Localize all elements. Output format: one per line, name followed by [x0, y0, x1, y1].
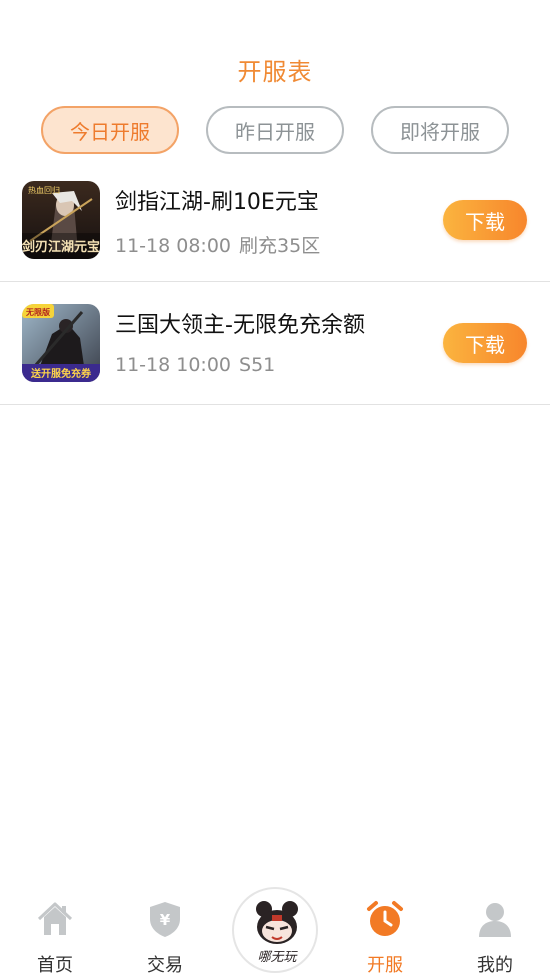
icon-banner-text: 送开服免充券: [30, 367, 92, 380]
user-icon: [479, 903, 511, 937]
tabbar-item-trade[interactable]: ¥ 交易: [110, 879, 220, 979]
game-icon-sanguo[interactable]: 无限版 送开服免充券: [22, 304, 100, 382]
bottom-tab-bar: 首页 ¥ 交易 哪无玩 开服 我的: [0, 879, 550, 979]
page-title: 开服表: [237, 58, 313, 86]
download-button[interactable]: 下载: [443, 323, 527, 363]
tabbar-label-server: 开服: [367, 955, 403, 976]
tabbar-label-mine: 我的: [477, 955, 513, 976]
alarm-clock-icon: [367, 901, 403, 936]
tab-today[interactable]: 今日开服: [41, 106, 179, 154]
tab-upcoming[interactable]: 即将开服: [371, 106, 509, 154]
tabbar-label-home: 首页: [37, 955, 73, 976]
icon-badge-text: 热血回归: [28, 185, 60, 195]
game-meta: 11-18 08:00 刷充35区: [115, 231, 320, 258]
icon-title-text: 剑刃江湖元宝: [22, 239, 100, 255]
tab-yesterday[interactable]: 昨日开服: [206, 106, 344, 154]
server-name: S51: [239, 354, 276, 376]
home-icon: [37, 902, 73, 935]
open-datetime: 11-18 10:00: [115, 354, 232, 376]
tabbar-item-server[interactable]: 开服: [330, 879, 440, 979]
date-tabs: 今日开服 昨日开服 即将开服: [0, 106, 550, 154]
download-button[interactable]: 下载: [443, 200, 527, 240]
game-list-item[interactable]: 无限版 送开服免充券 三国大领主-无限免充余额 11-18 10:00 S51 下…: [0, 283, 550, 405]
svg-text:¥: ¥: [160, 911, 171, 929]
center-logo[interactable]: 哪无玩: [232, 887, 318, 973]
logo-text: 哪无玩: [257, 950, 298, 965]
tabbar-item-home[interactable]: 首页: [0, 879, 110, 979]
server-name: 刷充35区: [239, 235, 321, 257]
game-list-item[interactable]: 剑刃江湖元宝 热血回归 剑指江湖-刷10E元宝 11-18 08:00 刷充35区…: [0, 160, 550, 282]
tabbar-label-trade: 交易: [147, 955, 183, 976]
game-meta: 11-18 10:00 S51: [115, 354, 275, 376]
game-icon-jianzhi[interactable]: 剑刃江湖元宝 热血回归: [22, 181, 100, 259]
icon-badge-text: 无限版: [25, 307, 50, 317]
shield-yen-icon: ¥: [150, 902, 180, 937]
game-name: 剑指江湖-刷10E元宝: [115, 190, 319, 215]
tabbar-item-center[interactable]: 哪无玩: [220, 879, 330, 979]
open-datetime: 11-18 08:00: [115, 235, 232, 257]
tabbar-item-mine[interactable]: 我的: [440, 879, 550, 979]
game-name: 三国大领主-无限免充余额: [115, 313, 365, 338]
